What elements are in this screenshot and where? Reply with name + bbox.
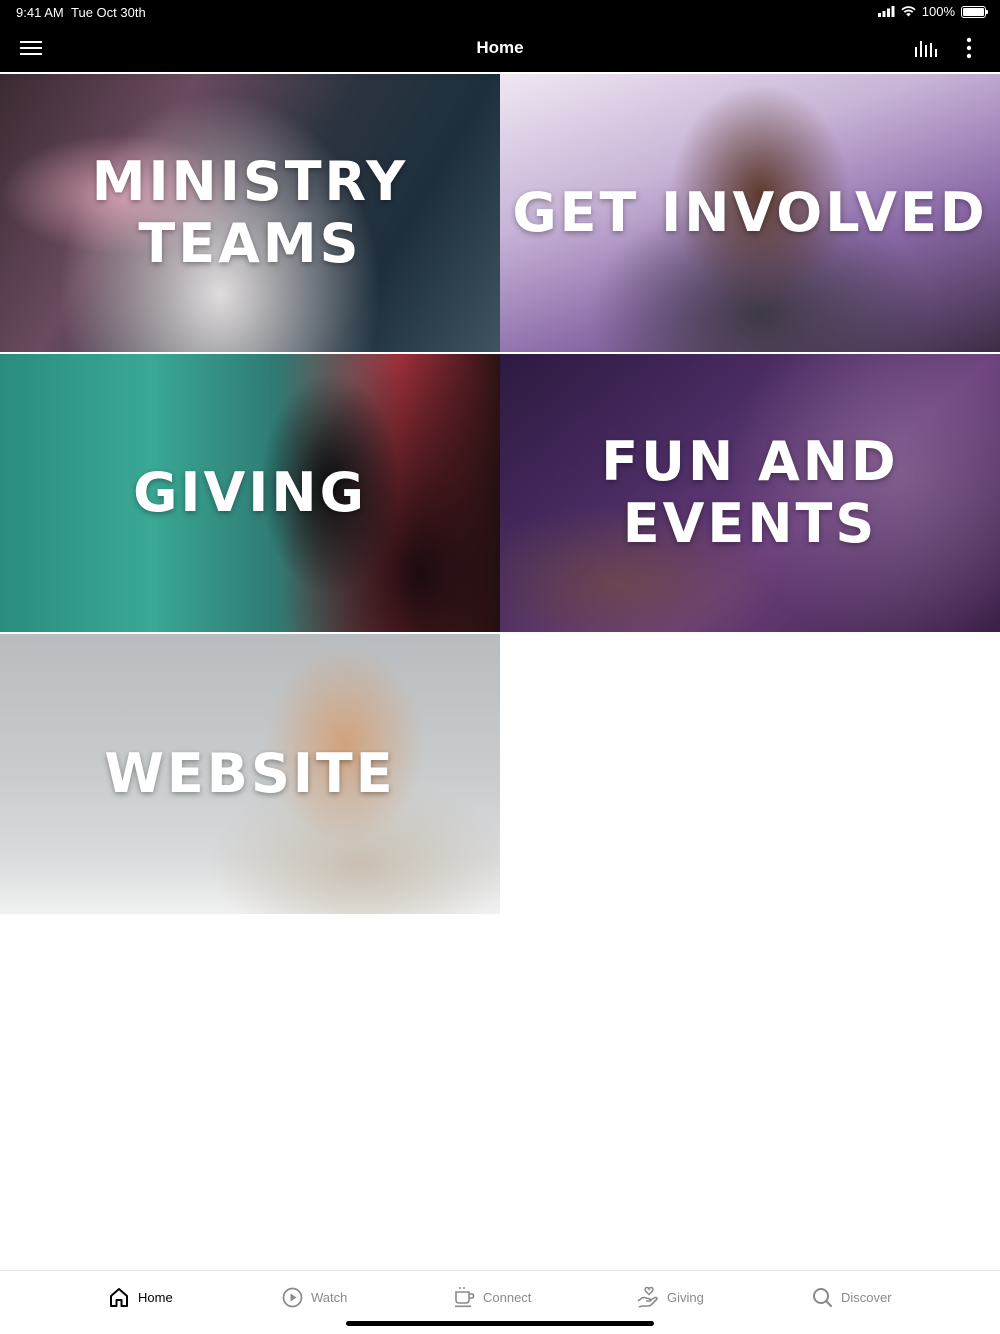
tab-home[interactable]: Home xyxy=(108,1283,173,1311)
cellular-signal-icon xyxy=(877,6,895,17)
tab-label: Connect xyxy=(483,1289,532,1305)
status-time: 9:41 AM xyxy=(16,5,64,20)
status-date: Tue Oct 30th xyxy=(71,5,146,20)
play-circle-icon xyxy=(282,1287,303,1307)
bar-chart-icon[interactable] xyxy=(914,38,938,58)
more-vertical-icon[interactable] xyxy=(962,37,976,59)
tab-giving[interactable]: Giving xyxy=(637,1283,704,1311)
tile-get-involved[interactable]: GET INVOLVED xyxy=(500,74,1000,352)
tab-label: Watch xyxy=(311,1289,348,1305)
status-indicators: 100% xyxy=(877,4,988,19)
tile-giving[interactable]: GIVING xyxy=(0,354,500,632)
tile-label: FUN AND EVENTS xyxy=(500,431,1000,555)
wifi-icon xyxy=(901,6,916,17)
tab-label: Discover xyxy=(841,1289,892,1305)
tile-label: WEBSITE xyxy=(0,743,500,805)
tile-label-line: MINISTRY xyxy=(91,150,409,213)
tile-fun-and-events[interactable]: FUN AND EVENTS xyxy=(500,354,1000,632)
tab-label: Home xyxy=(138,1289,173,1305)
home-icon xyxy=(110,1288,128,1307)
tab-label: Giving xyxy=(667,1289,704,1305)
coffee-cup-icon xyxy=(455,1287,475,1308)
tile-label: GET INVOLVED xyxy=(500,182,1000,244)
page-title: Home xyxy=(476,38,524,57)
tile-label: GIVING xyxy=(0,462,500,524)
tile-label: MINISTRY TEAMS xyxy=(0,151,500,275)
giving-hand-icon xyxy=(637,1286,658,1308)
tile-label-line: FUN AND xyxy=(601,430,899,493)
tile-label-line: GET INVOLVED xyxy=(512,181,988,244)
tile-ministry-teams[interactable]: MINISTRY TEAMS xyxy=(0,74,500,352)
tile-label-line: EVENTS xyxy=(622,492,878,555)
tab-discover[interactable]: Discover xyxy=(812,1283,892,1311)
tab-watch[interactable]: Watch xyxy=(282,1283,347,1311)
search-icon xyxy=(813,1287,833,1307)
battery-icon xyxy=(961,5,988,18)
tile-label-line: TEAMS xyxy=(138,212,362,275)
status-bar: 9:41 AM Tue Oct 30th 100% xyxy=(0,0,1000,24)
tile-label-line: WEBSITE xyxy=(104,742,396,805)
tile-website[interactable]: WEBSITE xyxy=(0,634,500,914)
battery-percent: 100% xyxy=(921,4,955,19)
nav-bar: Home xyxy=(0,24,1000,72)
home-indicator[interactable] xyxy=(346,1321,654,1326)
tab-connect[interactable]: Connect xyxy=(454,1283,531,1311)
tile-label-line: GIVING xyxy=(133,461,367,524)
